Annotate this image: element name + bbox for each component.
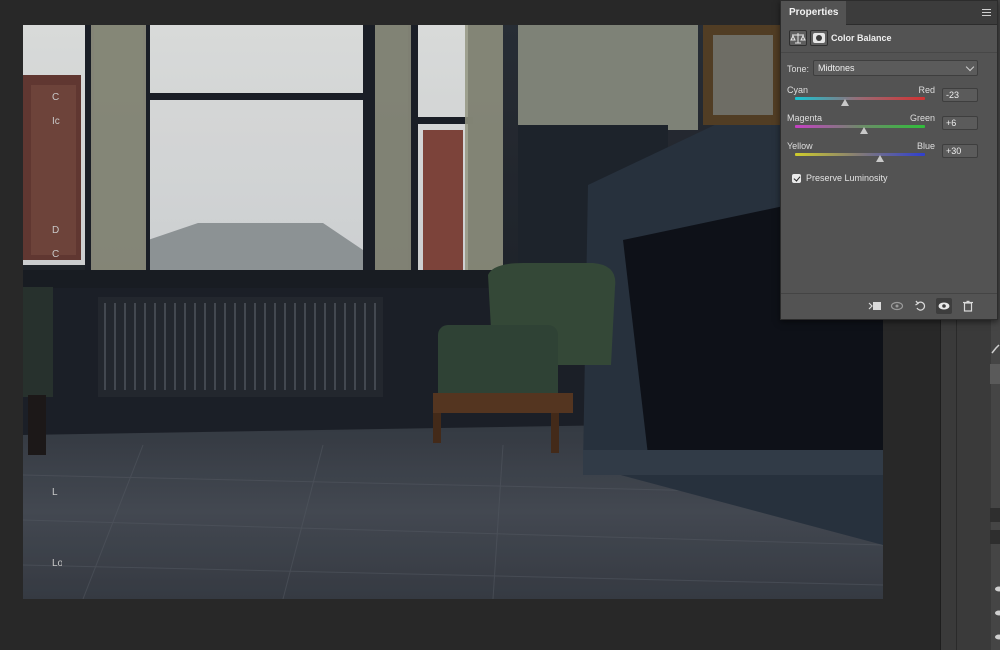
photo-image[interactable] [23, 25, 883, 599]
slider-value-field[interactable]: +6 [942, 116, 978, 130]
slider-thumb[interactable] [841, 99, 850, 106]
clip-to-layer-icon[interactable] [867, 298, 883, 314]
slider-right-label: Red [918, 85, 935, 95]
slider-right-label: Blue [916, 141, 935, 151]
slider-thumb[interactable] [875, 155, 884, 162]
tone-select-value: Midtones [818, 63, 855, 73]
reset-icon[interactable] [913, 298, 929, 314]
room-photo-illustration [23, 25, 883, 599]
dock-label-fragment: Lo [52, 558, 62, 569]
adjustment-title: Color Balance [831, 33, 892, 43]
dock-label-fragment: Ic [52, 116, 60, 127]
tone-label: Tone: [787, 64, 810, 74]
slider-track[interactable] [795, 153, 925, 156]
color-balance-scale-icon[interactable] [789, 30, 807, 46]
layer-mask-icon[interactable] [810, 30, 828, 46]
panel-footer [781, 293, 997, 319]
slider-left-label: Cyan [787, 85, 809, 95]
tone-select[interactable]: Midtones [813, 60, 978, 76]
adjustment-header: Color Balance [781, 25, 997, 53]
preserve-luminosity-label: Preserve Luminosity [806, 173, 888, 183]
preserve-luminosity-checkbox[interactable] [792, 174, 801, 183]
layer-eye-icon[interactable] [993, 609, 1000, 617]
tone-row: Tone: Midtones [781, 57, 997, 81]
brush-tool-icon[interactable] [991, 344, 1000, 354]
slider-cyan-red: Cyan Red -23 [781, 85, 999, 113]
dock-field[interactable] [990, 364, 1000, 384]
slider-left-label: Magenta [787, 113, 823, 123]
slider-thumb[interactable] [859, 127, 868, 134]
dock-label-fragment: C [52, 92, 60, 103]
chevron-down-icon [965, 62, 975, 72]
slider-yellow-blue: Yellow Blue +30 [781, 141, 999, 169]
slider-magenta-green: Magenta Green +6 [781, 113, 999, 141]
dock-field[interactable] [990, 530, 1000, 544]
layer-eye-icon[interactable] [993, 633, 1000, 641]
tab-properties[interactable]: Properties [781, 1, 847, 25]
properties-panel: Properties Color Balance Tone: Midtones [780, 0, 998, 320]
panel-tabbar: Properties [781, 1, 997, 25]
dock-label-fragment: C [52, 249, 60, 260]
delete-trash-icon[interactable] [960, 298, 976, 314]
slider-value-field[interactable]: +30 [942, 144, 978, 158]
view-previous-icon[interactable] [889, 298, 905, 314]
slider-track[interactable] [795, 97, 925, 100]
dock-field[interactable] [990, 508, 1000, 522]
layer-eye-icon[interactable] [993, 585, 1000, 593]
slider-left-label: Yellow [787, 141, 813, 151]
slider-right-label: Green [909, 113, 935, 123]
slider-value-field[interactable]: -23 [942, 88, 978, 102]
visibility-eye-icon[interactable] [936, 298, 952, 314]
dock-label-fragment: D [52, 225, 60, 236]
panel-menu-icon[interactable] [982, 9, 991, 16]
dock-label-fragment: L [52, 487, 58, 498]
